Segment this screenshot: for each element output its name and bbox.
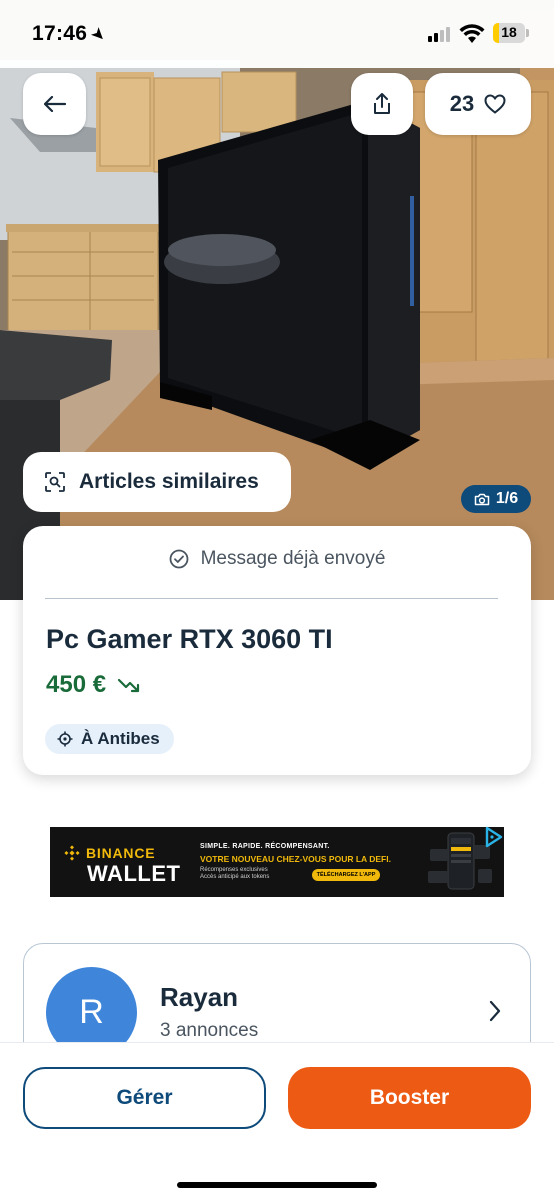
arrow-left-icon [43, 96, 66, 112]
battery-tip [526, 29, 529, 37]
boost-button[interactable]: Booster [288, 1067, 531, 1129]
back-button[interactable] [23, 73, 86, 135]
ad-subtext-2: Accès anticipé aux tokens [200, 874, 270, 880]
card-divider [45, 598, 498, 599]
similar-items-button[interactable]: Articles similaires [23, 452, 291, 512]
camera-icon [474, 493, 490, 505]
battery-icon: 18 [493, 23, 525, 43]
cellular-signal-icon [428, 27, 450, 42]
message-sent-label: Message déjà envoyé [200, 548, 386, 569]
ad-tagline: SIMPLE. RAPIDE. RÉCOMPENSANT. [200, 843, 330, 850]
location-label: À Antibes [81, 729, 160, 748]
location-arrow-icon: ➤ [86, 22, 111, 47]
price-value: 450 € [46, 671, 107, 698]
favorites-count: 23 [449, 91, 475, 116]
similar-items-label: Articles similaires [79, 470, 259, 493]
ad-banner[interactable]: BINANCE WALLET SIMPLE. RAPIDE. RÉCOMPENS… [50, 827, 504, 897]
share-button[interactable] [351, 73, 413, 135]
listing-title: Pc Gamer RTX 3060 TI [46, 624, 333, 654]
manage-button[interactable]: Gérer [23, 1067, 266, 1129]
check-circle-icon [169, 549, 188, 569]
visual-search-icon [45, 472, 65, 492]
ad-brand: BINANCE [64, 845, 155, 861]
ad-choices-icon[interactable] [484, 826, 504, 848]
ad-subtext-1: Récompenses exclusives [200, 867, 268, 873]
photo-counter: 1/6 [461, 485, 531, 513]
ad-brand-bottom-label: WALLET [87, 861, 181, 886]
home-indicator[interactable] [177, 1182, 377, 1188]
seller-name: Rayan [160, 982, 239, 1012]
ad-headline: VOTRE NOUVEAU CHEZ-VOUS POUR LA DEFI. [200, 854, 391, 864]
ad-brand-top-label: BINANCE [86, 845, 156, 861]
status-time: 17:46➤ [32, 22, 111, 47]
ad-cta-button[interactable]: TÉLÉCHARGEZ L'APP [312, 869, 380, 881]
seller-listings-count: 3 annonces [160, 1020, 259, 1041]
bottom-action-bar: Gérer Booster [0, 1042, 554, 1200]
listing-price: 450 € [46, 671, 142, 699]
binance-logo-icon [64, 845, 80, 861]
ad-phone-image [428, 832, 492, 890]
price-drop-icon [118, 678, 140, 693]
share-icon [374, 93, 390, 114]
photo-counter-label: 1/6 [495, 490, 519, 507]
chevron-right-icon [489, 1000, 501, 1022]
location-chip[interactable]: À Antibes [45, 724, 174, 754]
avatar-initial: R [79, 993, 104, 1031]
message-sent-status: Message déjà envoyé [23, 548, 531, 570]
status-bar: 17:46➤ 18 [0, 0, 554, 68]
heart-outline-icon [484, 94, 506, 114]
wifi-icon [459, 24, 485, 43]
listing-card: Message déjà envoyé Pc Gamer RTX 3060 TI… [23, 526, 531, 775]
location-target-icon [57, 731, 73, 747]
favorite-button[interactable]: 23 [425, 73, 531, 135]
